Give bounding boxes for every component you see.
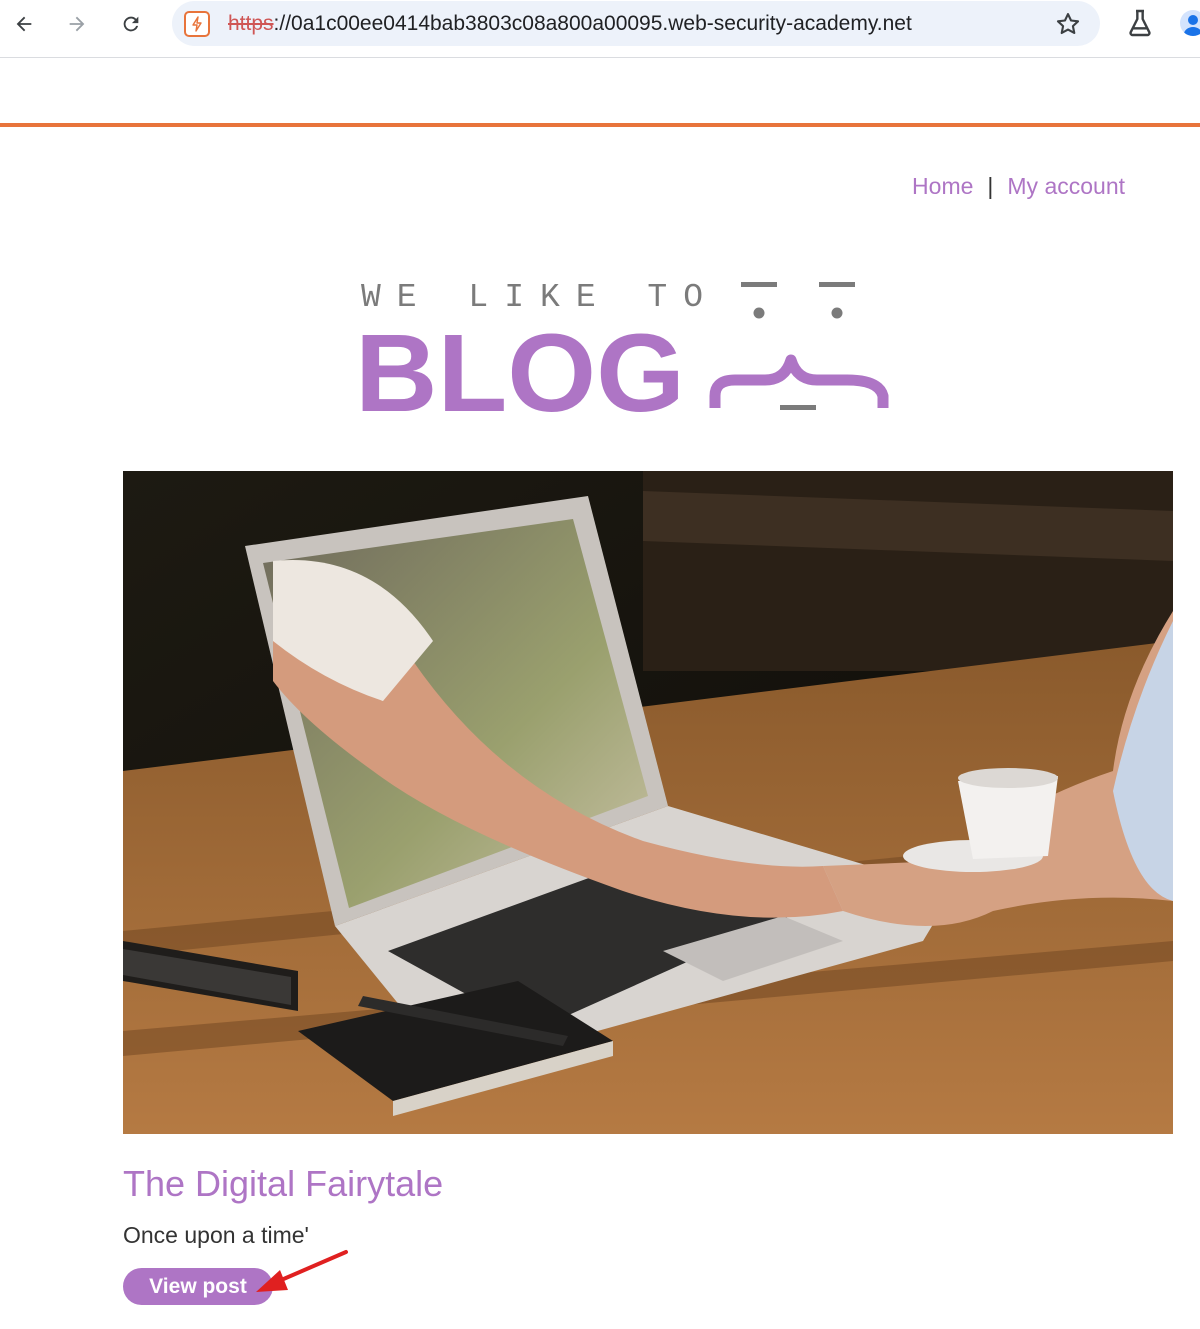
top-navigation: Home | My account	[912, 173, 1125, 200]
browser-toolbar: https://0a1c00ee0414bab3803c08a800a00095…	[0, 0, 1200, 58]
logo-blog-text: BLOG	[355, 312, 685, 420]
handshake-laptop-image[interactable]	[123, 471, 1173, 1134]
reload-button[interactable]	[113, 6, 149, 42]
back-arrow-icon	[16, 16, 32, 32]
my-account-link[interactable]: My account	[1007, 173, 1125, 200]
address-bar[interactable]: https://0a1c00ee0414bab3803c08a800a00095…	[172, 1, 1100, 46]
profile-icon[interactable]	[1180, 10, 1200, 36]
header-accent-bar	[0, 123, 1200, 127]
home-link[interactable]: Home	[912, 173, 973, 200]
site-security-icon[interactable]	[184, 11, 210, 37]
labs-flask-icon[interactable]	[1124, 7, 1156, 39]
bookmark-star-icon[interactable]	[1054, 10, 1082, 38]
logo-tagline: WE LIKE TO	[361, 279, 719, 316]
nav-separator: |	[987, 173, 994, 199]
blog-logo[interactable]: WE LIKE TO BLOG	[355, 270, 895, 435]
post-title[interactable]: The Digital Fairytale	[123, 1163, 443, 1205]
back-button[interactable]	[6, 6, 42, 42]
url-scheme: https	[228, 12, 274, 35]
url-text[interactable]: https://0a1c00ee0414bab3803c08a800a00095…	[228, 12, 912, 36]
logo-face-icon	[709, 282, 889, 410]
forward-button[interactable]	[59, 6, 95, 42]
forward-arrow-icon	[69, 16, 85, 32]
url-host: ://0a1c00ee0414bab3803c08a800a00095.web-…	[273, 12, 912, 35]
post-summary: Once upon a time'	[123, 1222, 309, 1248]
annotation-arrow-icon	[256, 1250, 348, 1292]
reload-icon	[123, 16, 139, 32]
